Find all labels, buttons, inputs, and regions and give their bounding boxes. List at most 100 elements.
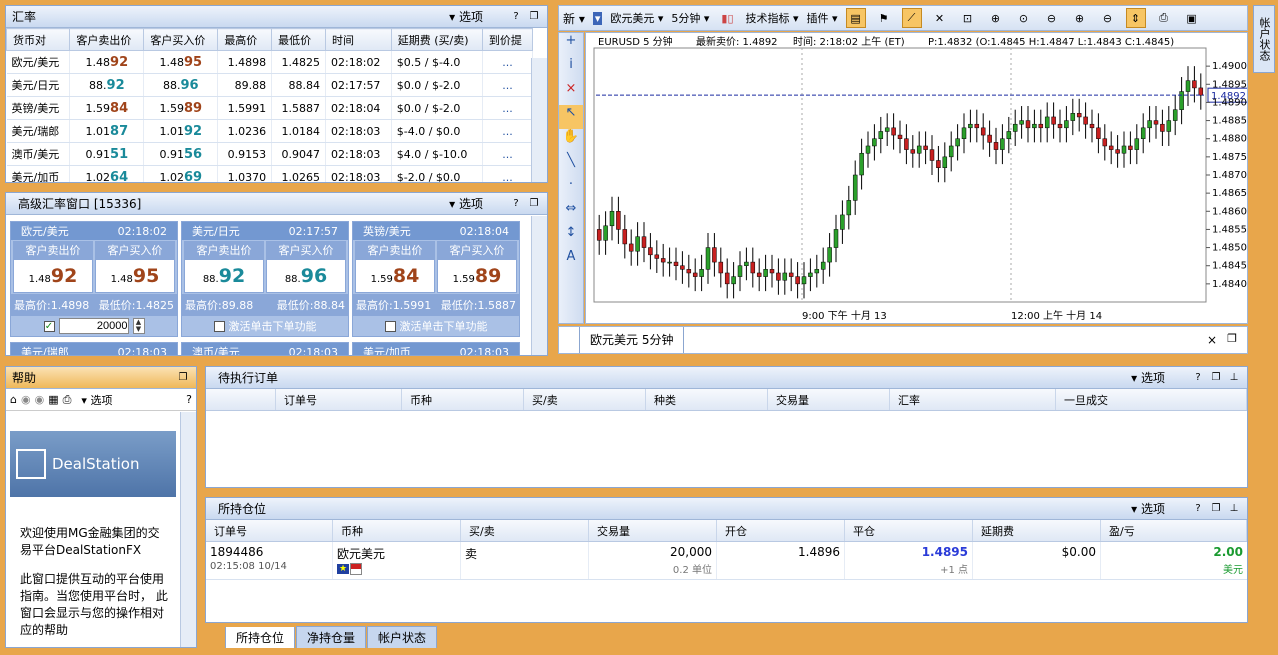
col-qty[interactable]: 交易量 [589,520,717,541]
activate-checkbox[interactable] [384,320,396,332]
zoom-out-icon[interactable]: ⊖ [1042,8,1062,28]
hline-icon[interactable]: ⇔ [559,201,583,225]
rate-row[interactable]: 美元/加币 1.0264 1.0269 1.0370 1.0265 02:18:03 $-2… [6,165,534,182]
col-qty[interactable]: 交易量 [768,389,890,410]
restore-icon[interactable]: ❐ [527,11,541,22]
col-low[interactable]: 最低价 [271,28,327,51]
trendline-icon[interactable]: ⟋ [901,8,922,28]
pending-options-button[interactable]: ▾ 选项 [1131,369,1165,386]
col-rollover[interactable]: 延期费 (买/卖) [390,28,483,51]
restore-chart-icon[interactable]: ❐ [1227,332,1237,345]
activate-label[interactable]: 激活单击下单功能 [229,318,317,334]
rate-row[interactable]: 英镑/美元 1.5984 1.5989 1.5991 1.5887 02:18:04 $0.… [6,96,534,120]
sell-cell[interactable]: 1.5984 [69,96,145,120]
col-rollover[interactable]: 延期费 [973,520,1101,541]
col-pair[interactable]: 货币对 [6,28,71,51]
rate-row[interactable]: 澳币/美元 0.9151 0.9156 0.9153 0.9047 02:18:03 $4.… [6,142,534,166]
symbol-select[interactable]: 欧元美元 ▾ [610,10,663,26]
pin-icon[interactable]: ⊥ [1227,372,1241,383]
interval-select[interactable]: 5分钟 ▾ [671,10,709,26]
zoom-minus-icon[interactable]: ⊖ [1098,8,1118,28]
advanced-options-button[interactable]: ▾ 选项 [449,195,483,212]
fit-icon[interactable]: ⊡ [958,8,978,28]
rate-row[interactable]: 欧元/美元 1.4892 1.4895 1.4898 1.4825 02:18:02 $0.… [6,50,534,74]
activate-label[interactable]: 激活单击下单功能 [400,318,488,334]
sell-cell[interactable]: 0.9151 [69,142,145,166]
plugins-menu[interactable]: 插件 ▾ [806,10,837,26]
col-side[interactable]: 买/卖 [461,520,589,541]
buy-cell[interactable]: 1.4895 [143,50,219,74]
help-icon[interactable]: ? [1191,372,1205,383]
rate-row[interactable]: 美元/日元 88.92 88.96 89.88 88.84 02:17:57 $0.0 / … [6,73,534,97]
sell-cell[interactable]: 1.0187 [69,119,145,143]
symbol-dropdown[interactable]: ▾ [592,11,603,25]
tile-sell-button[interactable]: 客户卖出价 88.92 [184,241,264,293]
position-row[interactable]: 1894486 02:15:08 10/14 欧元美元 ★ 卖 20,000 0… [206,542,1247,580]
account-status-side-tab[interactable]: 帐户状态 [1253,5,1275,73]
col-buy[interactable]: 客户买入价 [143,28,219,51]
col-pair[interactable]: 币种 [402,389,524,410]
checkbox-icon[interactable]: ✓ [43,320,55,332]
buy-cell[interactable]: 1.0269 [143,165,219,182]
tile-buy-button[interactable]: 客户买入价 1.5989 [437,241,517,293]
alert-cell[interactable]: ... [482,50,534,74]
sell-cell[interactable]: 1.0264 [69,165,145,182]
qty-input[interactable] [58,318,129,334]
restore-icon[interactable]: ❐ [527,198,541,209]
pages-icon[interactable]: ▦ [48,393,58,406]
back-icon[interactable]: ◉ [21,393,31,406]
close-tab-icon[interactable]: × [1207,333,1217,347]
sell-cell[interactable]: 1.4892 [69,50,145,74]
positions-options-button[interactable]: ▾ 选项 [1131,500,1165,517]
alert-cell[interactable]: ... [482,165,534,182]
col-alert[interactable]: 到价提 [481,28,534,51]
auto-scale-icon[interactable]: ⇕ [1125,8,1146,28]
zoom-plus-icon[interactable]: ⊕ [1070,8,1090,28]
buy-cell[interactable]: 0.9156 [143,142,219,166]
vline-icon[interactable]: ↕ [559,225,583,249]
help-icon[interactable]: ? [1191,503,1205,514]
hand-icon[interactable]: ✋ [559,129,583,153]
col-oco[interactable]: 一旦成交 [1056,389,1247,410]
buy-cell[interactable]: 1.0192 [143,119,219,143]
flag-icon[interactable]: ⚑ [874,8,894,28]
tile-buy-button[interactable]: 客户买入价 88.96 [266,241,346,293]
col-time[interactable]: 时间 [325,28,392,51]
alert-cell[interactable]: ... [482,142,534,166]
zoom-in-icon[interactable]: ⊕ [986,8,1006,28]
forward-icon[interactable]: ◉ [35,393,45,406]
help-scrollbar[interactable] [180,412,196,647]
col-open[interactable]: 开仓 [717,520,845,541]
crossline-icon[interactable]: ✕ [930,8,950,28]
col-side[interactable]: 买/卖 [524,389,646,410]
col-rate[interactable]: 汇率 [890,389,1056,410]
zoom-icon[interactable]: ⊙ [1014,8,1034,28]
col-high[interactable]: 最高价 [217,28,273,51]
tile-sell-button[interactable]: 客户卖出价 1.5984 [355,241,435,293]
crosshair-icon[interactable]: + [559,33,583,57]
help-icon[interactable]: ? [509,198,523,209]
candle-mode-icon[interactable]: ▤ [845,8,866,28]
pointer-icon[interactable]: ↖ [559,105,583,129]
advanced-scrollbar[interactable] [531,216,547,355]
tile-buy-button[interactable]: 客户买入价 1.4895 [95,241,175,293]
help-options-button[interactable]: ▾ 选项 [81,392,112,408]
rates-options-button[interactable]: ▾ 选项 [449,8,483,25]
col-type[interactable]: 种类 [646,389,768,410]
col-order[interactable]: 订单号 [276,389,402,410]
col-pl[interactable]: 盈/亏 [1101,520,1247,541]
col-close[interactable]: 平仓 [845,520,973,541]
text-icon[interactable]: A [559,249,583,273]
rates-scrollbar[interactable] [531,58,547,182]
save-icon[interactable]: ▣ [1182,8,1202,28]
delete-icon[interactable]: × [559,81,583,105]
indicators-menu[interactable]: 技术指标 ▾ [745,10,798,26]
price-chart[interactable]: EURUSD 5 分钟 最新卖价: 1.4892 时间: 2:18:02 上午 … [586,33,1248,324]
help-question-icon[interactable]: ? [186,393,192,406]
tab-net-positions[interactable]: 净持仓量 [296,626,367,648]
alert-cell[interactable]: ... [482,73,534,97]
buy-cell[interactable]: 88.96 [143,73,219,97]
activate-checkbox[interactable] [213,320,225,332]
info-icon[interactable]: i [559,57,583,81]
home-icon[interactable]: ⌂ [10,393,17,406]
